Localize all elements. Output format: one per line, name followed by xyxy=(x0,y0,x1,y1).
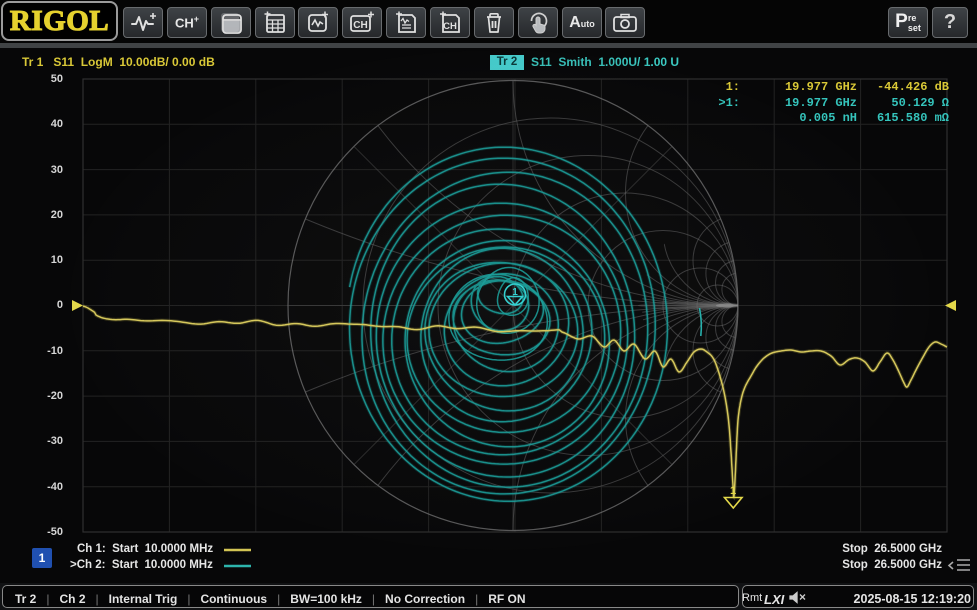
svg-text:1: 1 xyxy=(512,287,518,298)
svg-text:1: 1 xyxy=(730,485,736,497)
